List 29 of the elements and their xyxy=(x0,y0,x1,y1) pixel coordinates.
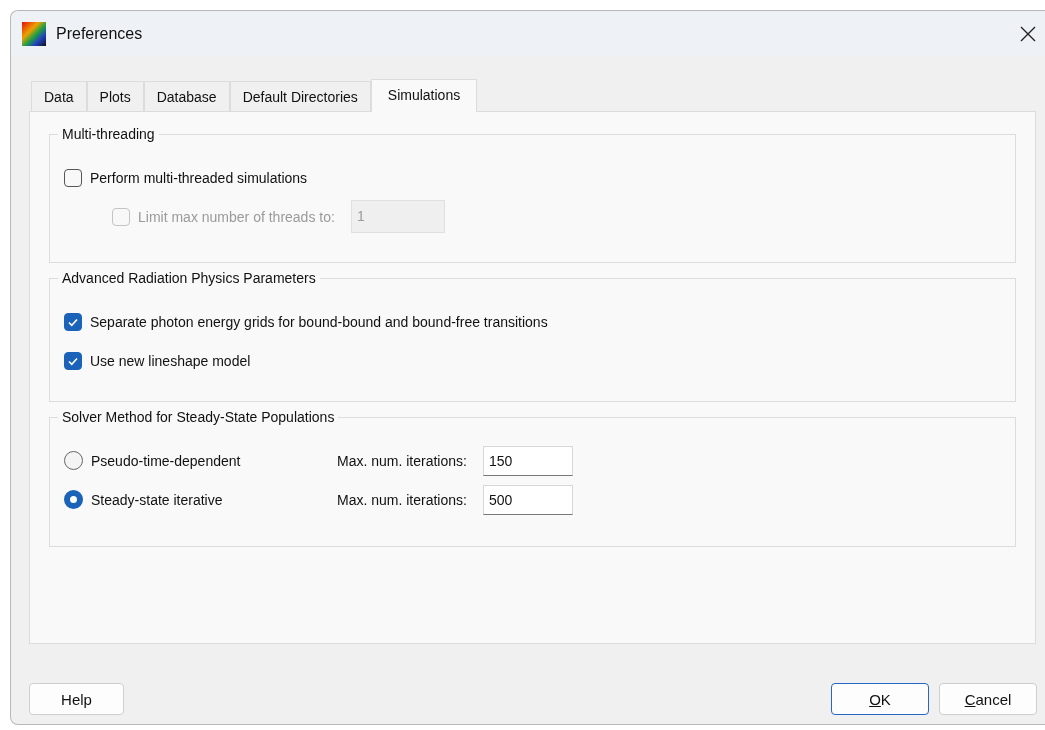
field-label: Max. num. iterations: xyxy=(337,491,467,508)
checkbox[interactable] xyxy=(64,168,82,187)
checkbox[interactable] xyxy=(64,351,82,370)
radio-label: Pseudo-time-dependent xyxy=(91,452,242,469)
window-title: Preferences xyxy=(56,24,143,43)
tab[interactable]: Plots xyxy=(86,81,144,111)
tab[interactable]: Data xyxy=(31,81,87,111)
group-title: Solver Method for Steady-State Populations xyxy=(58,409,339,425)
checkbox-label: Limit max number of threads to: xyxy=(138,208,335,225)
checkbox-label: Use new lineshape model xyxy=(90,352,251,369)
number-field[interactable]: 150 xyxy=(482,445,573,476)
radio-button[interactable] xyxy=(64,490,83,509)
app-icon xyxy=(22,21,46,46)
radio-button[interactable] xyxy=(64,451,83,470)
ok-button[interactable]: OK xyxy=(831,683,929,715)
tab[interactable]: Simulations xyxy=(370,79,478,112)
checkbox-label: Perform multi-threaded simulations xyxy=(90,169,308,186)
field-label: Max. num. iterations: xyxy=(337,452,467,469)
tab[interactable]: Database xyxy=(143,81,230,111)
number-field[interactable]: 500 xyxy=(482,484,573,515)
checkbox[interactable] xyxy=(64,312,82,331)
close-icon[interactable] xyxy=(1020,25,1036,42)
group-title: Advanced Radiation Physics Parameters xyxy=(58,270,320,286)
dialog-button[interactable]: Cancel xyxy=(939,683,1037,715)
dialog-button[interactable]: Help xyxy=(29,683,124,715)
group-title: Multi-threading xyxy=(58,126,159,142)
checkbox-label: Separate photon energy grids for bound-bound and bound-free transitions xyxy=(90,313,548,330)
radio-label: Steady-state iterative xyxy=(91,491,224,508)
tab[interactable]: Default Directories xyxy=(229,81,371,111)
